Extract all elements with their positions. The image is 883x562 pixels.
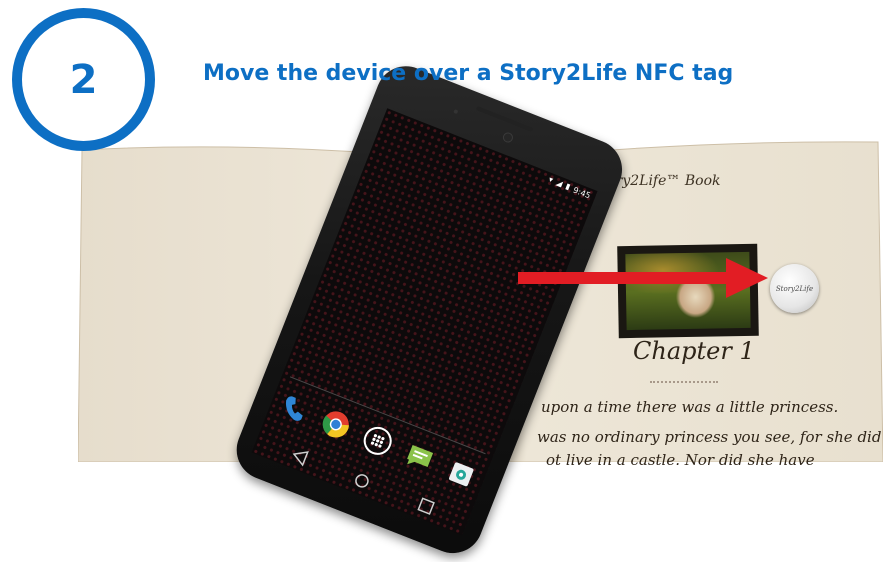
recents-icon[interactable] — [417, 497, 435, 515]
chapter-divider — [650, 381, 718, 385]
nfc-tag-sticker: Story2Life — [770, 264, 819, 313]
story-text-line: was no ordinary princess you see, for sh… — [537, 428, 882, 446]
instruction-headline: Move the device over a Story2Life NFC ta… — [203, 61, 734, 86]
back-icon[interactable] — [291, 448, 309, 467]
phone-icon[interactable] — [275, 388, 314, 427]
app-drawer-icon[interactable] — [358, 421, 397, 460]
chrome-icon[interactable] — [316, 405, 355, 444]
home-icon[interactable] — [354, 473, 370, 489]
nfc-tag-label: Story2Life — [775, 284, 814, 293]
battery-icon: ▮ — [564, 181, 572, 192]
camera-icon[interactable] — [442, 454, 481, 493]
status-time: 9:45 — [571, 184, 592, 200]
right-arrow-icon — [518, 258, 768, 298]
step-number-badge: 2 — [12, 8, 155, 151]
chapter-heading: Chapter 1 — [633, 337, 755, 365]
step-number: 2 — [69, 56, 98, 103]
story-text-line: upon a time there was a little princess. — [541, 398, 839, 416]
messaging-icon[interactable] — [400, 438, 439, 477]
signal-icon: ◢ — [554, 177, 564, 189]
story-text-line: ot live in a castle. Nor did she have — [546, 451, 815, 469]
wifi-icon: ▾ — [547, 174, 555, 185]
